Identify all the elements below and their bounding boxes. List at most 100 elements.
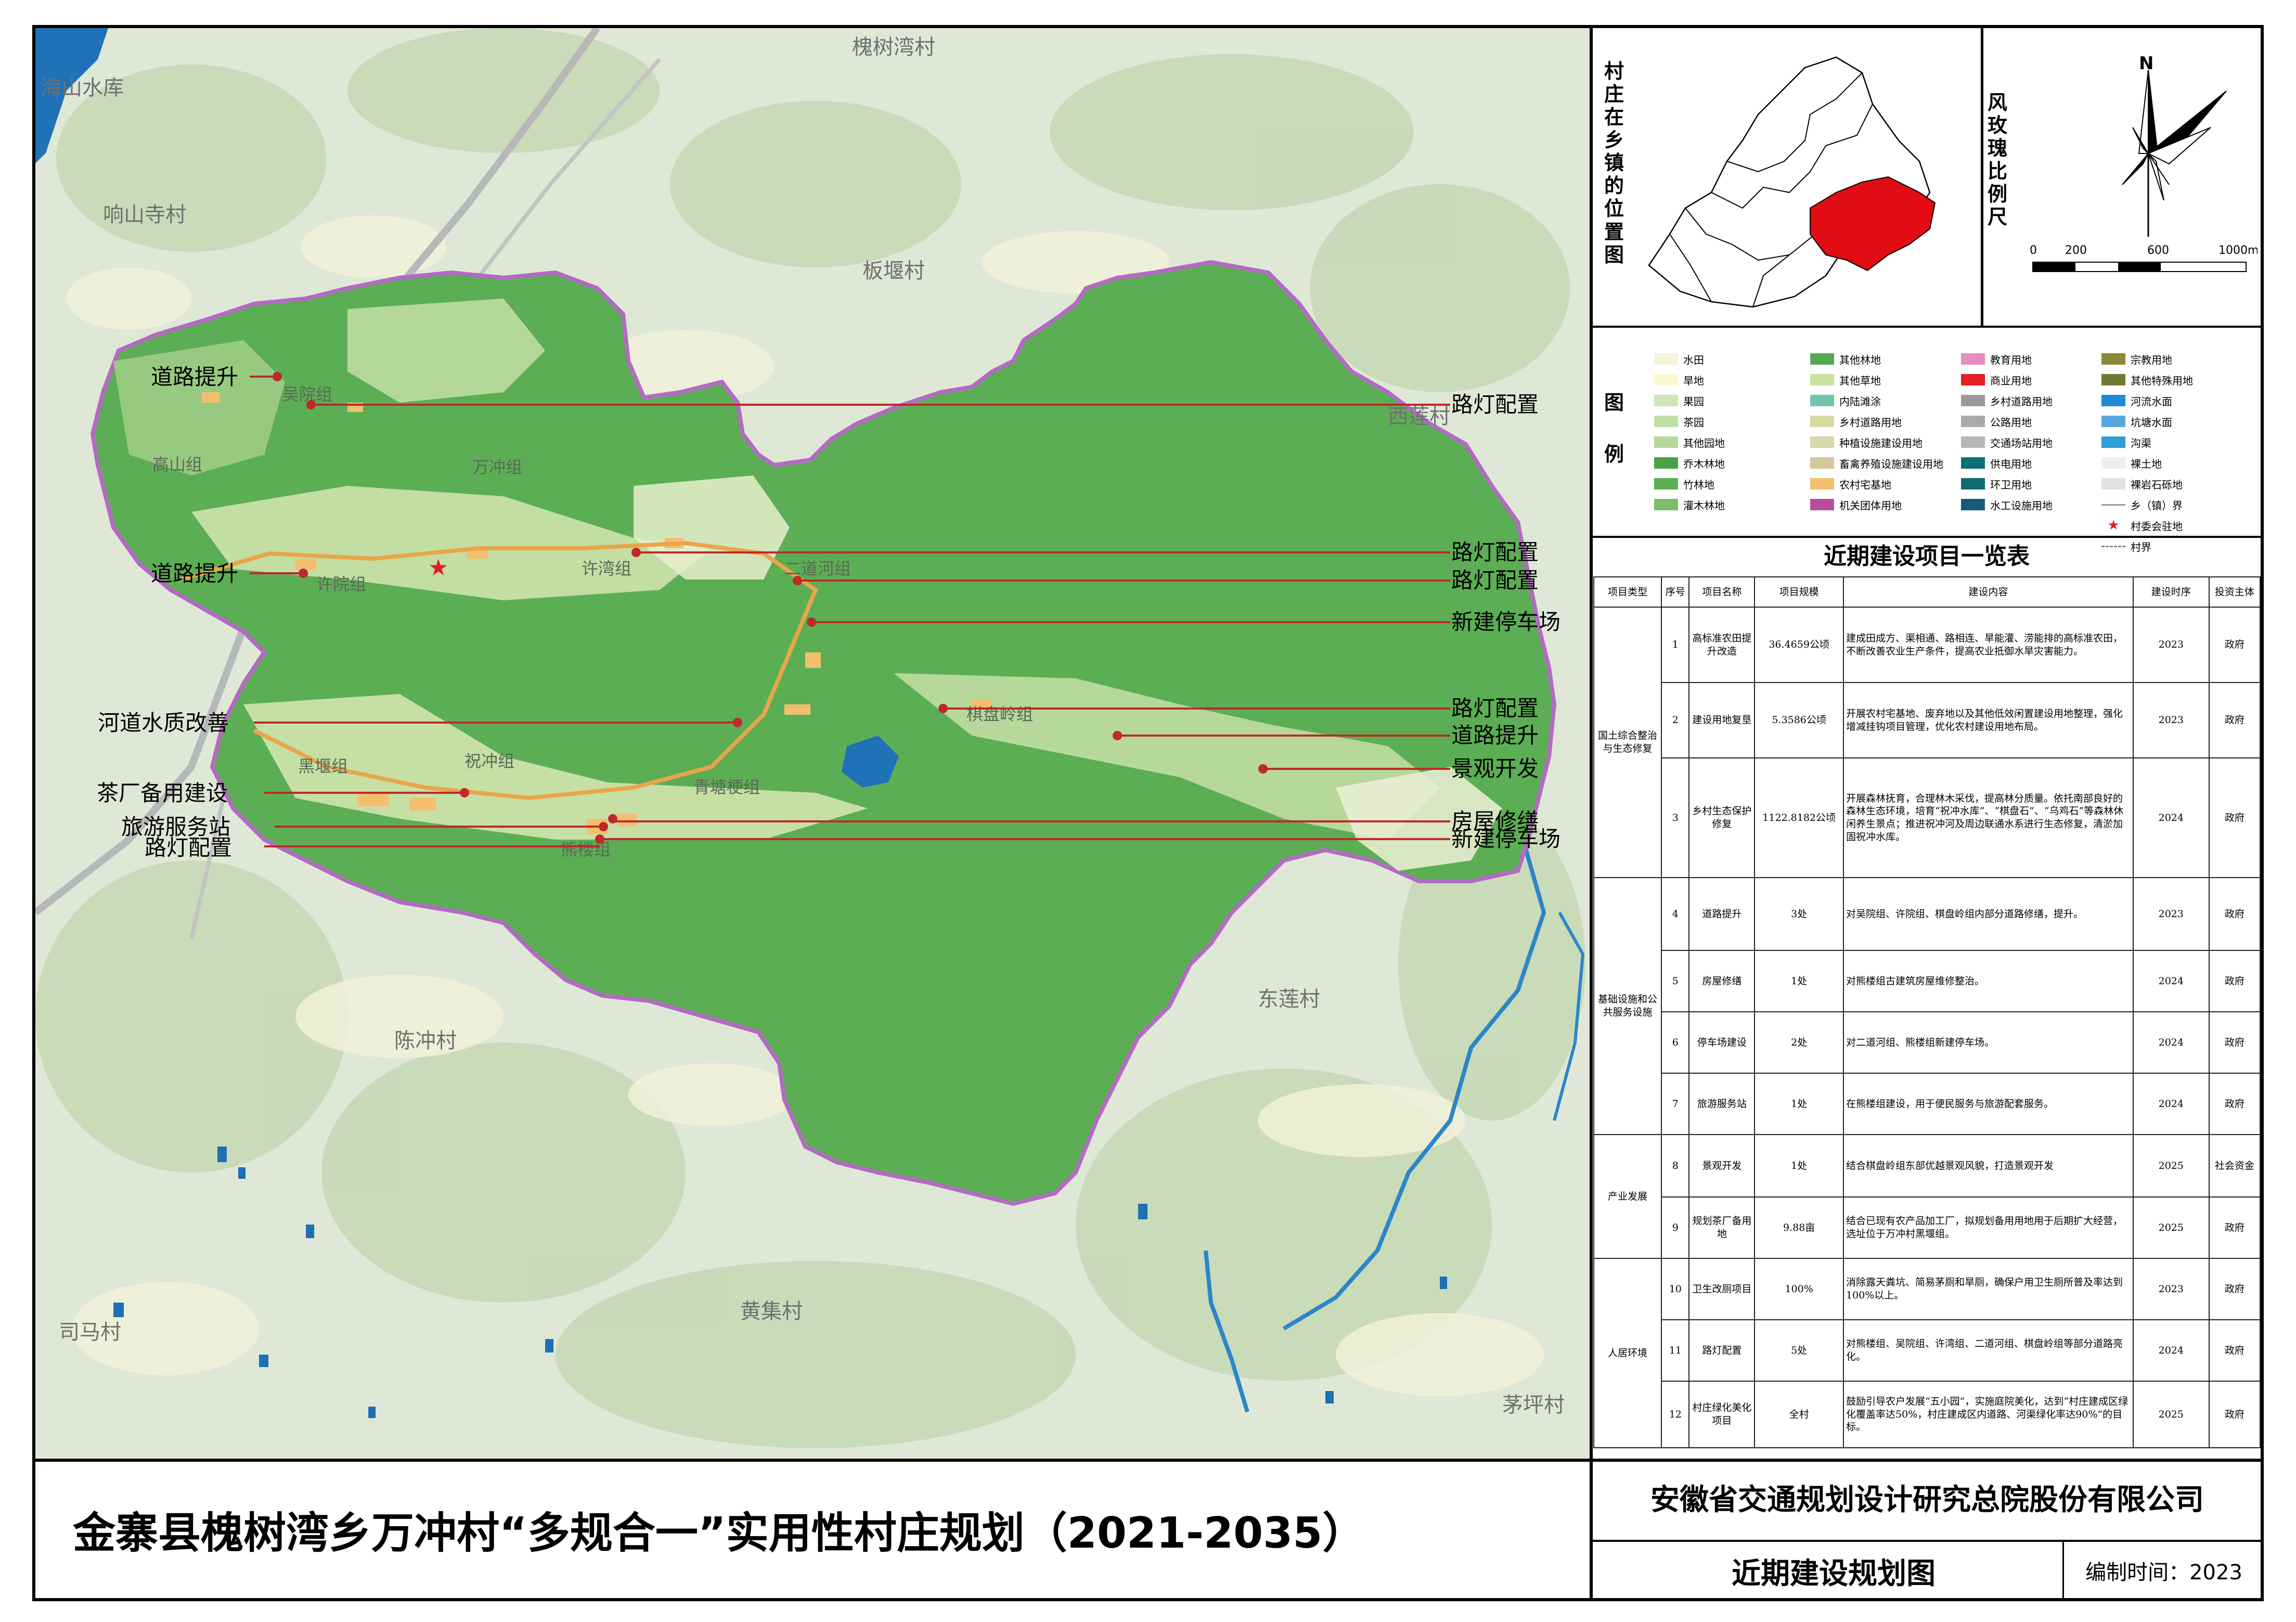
table-cell-scale: 2处 — [1754, 1011, 1844, 1074]
table-cell-no: 8 — [1661, 1134, 1690, 1198]
legend-item: 其他园地 — [1654, 432, 1725, 453]
table-cell-name: 旅游服务站 — [1688, 1073, 1756, 1135]
legend-swatch — [2101, 395, 2125, 406]
table-row: 7 旅游服务站 1处 在熊楼组建设，用于便民服务与旅游配套服务。 2024 政府 — [1594, 1073, 2261, 1135]
table-cell-investor: 政府 — [2208, 877, 2261, 951]
table-cell-no: 12 — [1661, 1381, 1690, 1448]
legend-item: 环卫用地 — [1961, 473, 2032, 494]
legend-item: 茶园 — [1654, 411, 1704, 432]
table-cell-name: 卫生改厕项目 — [1688, 1258, 1756, 1320]
annotation-road-upgrade: 道路提升 — [151, 561, 238, 586]
table-cell-year: 2023 — [2132, 1258, 2210, 1320]
legend-item: 裸土地 — [2101, 453, 2162, 473]
table-cell-investor: 政府 — [2208, 1319, 2261, 1382]
legend-label: 畜禽养殖设施建设用地 — [1839, 457, 1943, 470]
legend-swatch — [1961, 457, 1985, 469]
location-map — [1648, 56, 1936, 308]
village-label: 陈冲村 — [394, 1029, 457, 1053]
table-cell-investor: 政府 — [2208, 1011, 2261, 1074]
legend-label: 其他园地 — [1683, 436, 1725, 449]
table-cell-year: 2024 — [2132, 1073, 2210, 1135]
table-cell-name: 路灯配置 — [1688, 1319, 1756, 1382]
legend-label: 教育用地 — [1990, 353, 2032, 366]
project-table: 项目类型 序号 项目名称 项目规模 建设内容 建设时序 投资主体 国土综合整治与… — [1593, 576, 2261, 1448]
legend-swatch — [1654, 416, 1678, 427]
village-label: 茅坪村 — [1502, 1393, 1565, 1417]
table-cell-year: 2024 — [2132, 1011, 2210, 1074]
table-cell-content: 结合已现有农产品加工厂，拟规划备用用地用于后期扩大经营，选址位于万冲村黑堰组。 — [1842, 1196, 2134, 1259]
annotation-road-upgrade: 道路提升 — [151, 364, 238, 390]
table-cell-content: 开展森林抚育，合理林木采伐，提高林分质量。依托南部良好的森林生态环境，培育“祝冲… — [1842, 757, 2134, 878]
main-title: 金寨县槐树湾乡万冲村“多规合一”实用性村庄规划（2021-2035） — [73, 1509, 1365, 1558]
legend-item: 乡村道路用地 — [1810, 411, 1902, 432]
village-label: 海山水库 — [41, 76, 124, 100]
legend-item: ★ 村委会驻地 — [2101, 515, 2183, 536]
divider-legend — [1593, 326, 2261, 328]
table-row: 6 停车场建设 2处 对二道河组、熊楼组新建停车场。 2024 政府 — [1594, 1011, 2261, 1074]
table-cell-no: 10 — [1661, 1258, 1690, 1320]
village-label: 板堰村 — [862, 259, 925, 283]
legend-title: 图例 — [1604, 391, 1624, 466]
table-row: 2 建设用地复垦 5.3586公顷 开展农村宅基地、废弃地以及其他低效闲置建设用地整理… — [1594, 682, 2261, 758]
village-label: 响山寺村 — [103, 203, 186, 227]
divider-company — [1593, 1540, 2261, 1542]
table-row: 国土综合整治与生态修复 1 高标准农田提升改造 36.4659公顷 建成田成方、渠相通、… — [1593, 607, 2261, 878]
divider-map-panel — [1590, 28, 1593, 1598]
scale-label: 1000m — [2218, 244, 2258, 257]
legend-swatch — [1961, 499, 1985, 510]
legend-swatch — [1810, 374, 1834, 385]
legend-swatch — [1961, 478, 1985, 490]
group-label: 青塘梗组 — [693, 777, 760, 797]
legend-label: 沟渠 — [2131, 436, 2151, 449]
annotation-river-quality: 河道水质改善 — [98, 710, 229, 736]
table-cell-scale: 5.3586公顷 — [1754, 682, 1844, 758]
table-cell-scale: 1122.8182公顷 — [1754, 757, 1844, 878]
village-committee-marker: ★ — [428, 555, 448, 581]
divider-title-block — [35, 1459, 2261, 1462]
legend-label: 村委会驻地 — [2131, 520, 2183, 533]
legend-label: 乔木林地 — [1683, 457, 1725, 470]
village-label: 槐树湾村 — [852, 35, 935, 59]
table-cell-no: 3 — [1661, 757, 1690, 878]
legend-item: 交通场站用地 — [1961, 432, 2053, 453]
table-cell-scale: 9.88亩 — [1754, 1196, 1844, 1259]
legend-label: 灌木林地 — [1683, 499, 1725, 512]
table-cell-year: 2023 — [2132, 607, 2210, 683]
legend-swatch — [1961, 436, 1985, 448]
table-cell-name: 道路提升 — [1688, 877, 1756, 951]
legend-item: 旱地 — [1654, 369, 1704, 390]
legend: 水田 旱地 果园 茶园 其他园地 乔木林地 竹林地 灌木林地 其他林地 其他草地 内陆滩涂 乡村道路用… — [1654, 349, 2258, 553]
column-header: 项目类型 — [1593, 576, 1662, 608]
column-header: 序号 — [1661, 576, 1690, 608]
legend-item: 机关团体用地 — [1810, 494, 1902, 515]
legend-swatch — [1654, 395, 1678, 406]
table-cell-content: 对二道河组、熊楼组新建停车场。 — [1842, 1011, 2134, 1074]
annotation-street-lights: 路灯配置 — [1451, 392, 1539, 417]
legend-swatch — [1961, 374, 1985, 385]
scale-bar: 0 200 600 1000m — [2030, 244, 2258, 272]
legend-item: 其他林地 — [1810, 349, 1881, 369]
table-cell-name: 房屋修缮 — [1688, 950, 1756, 1012]
legend-swatch — [2101, 374, 2125, 385]
column-header: 投资主体 — [2208, 576, 2261, 608]
table-cell-scale: 1处 — [1754, 1073, 1844, 1135]
table-row: 人居环境 10 卫生改厕项目 100% 消除露天粪坑、简易茅厕和旱厕，确保户用卫生厕所普… — [1593, 1258, 2261, 1448]
table-cell-content: 对吴院组、许院组、棋盘岭组内部分道路修缮，提升。 — [1842, 877, 2134, 951]
table-row: 5 房屋修缮 1处 对熊楼组古建筑房屋维修整治。 2024 政府 — [1594, 950, 2261, 1012]
divider-table — [1593, 536, 2261, 538]
legend-item: 种植设施建设用地 — [1810, 432, 1923, 453]
table-cell-year: 2023 — [2132, 877, 2210, 951]
table-cell-content: 开展农村宅基地、废弃地以及其他低效闲置建设用地整理，强化增减挂钩项目管理，优化农… — [1842, 682, 2134, 758]
group-label: 棋盘岭组 — [966, 704, 1033, 724]
legend-swatch — [2101, 353, 2125, 365]
legend-item: 乡（镇）界 — [2101, 494, 2183, 515]
table-cell-content: 在熊楼组建设，用于便民服务与旅游配套服务。 — [1842, 1073, 2134, 1135]
table-cell-year: 2025 — [2132, 1134, 2210, 1198]
table-cell-no: 9 — [1661, 1196, 1690, 1259]
annotation-road-upgrade: 道路提升 — [1451, 723, 1539, 748]
legend-label: 乡村道路用地 — [1839, 416, 1902, 429]
table-cell-no: 5 — [1661, 950, 1690, 1012]
table-cell-investor: 政府 — [2208, 1196, 2261, 1259]
legend-swatch — [1810, 353, 1834, 365]
group-label: 熊楼组 — [561, 840, 611, 859]
